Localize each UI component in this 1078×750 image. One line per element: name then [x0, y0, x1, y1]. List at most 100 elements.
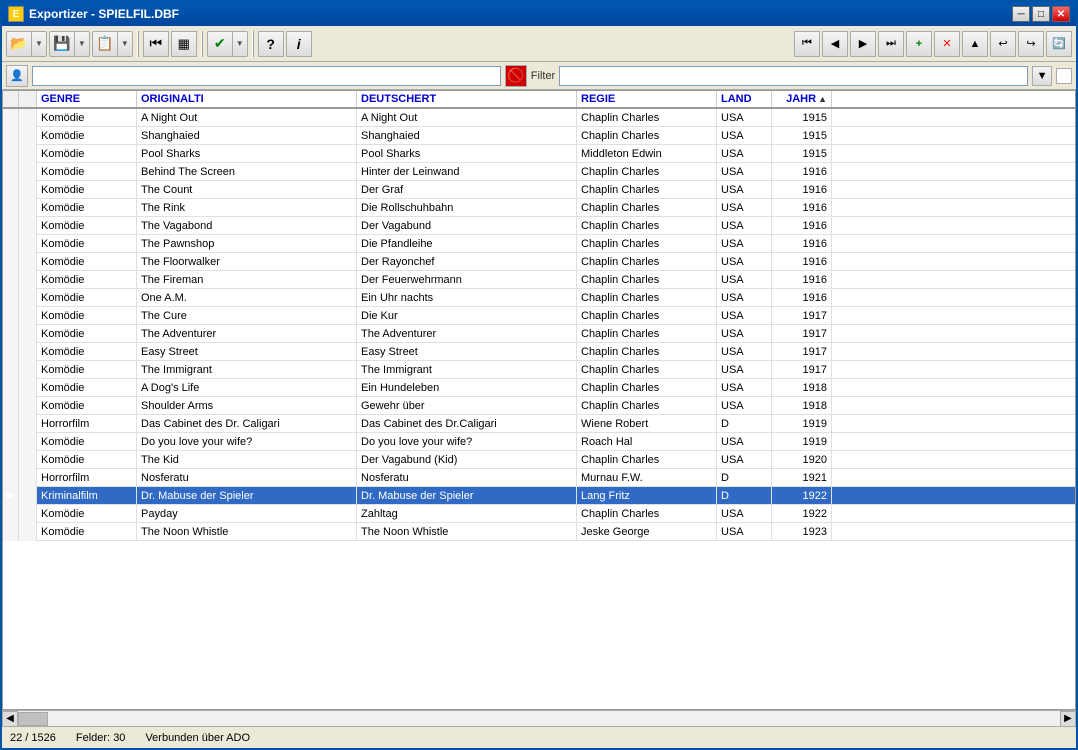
nav-redo-button[interactable]: ↪ — [1018, 31, 1044, 57]
table-row[interactable]: KomödieShanghaiedShanghaiedChaplin Charl… — [3, 127, 1075, 145]
help-button[interactable]: ? — [258, 31, 284, 57]
table-row[interactable]: KomödieEasy StreetEasy StreetChaplin Cha… — [3, 343, 1075, 361]
row-indicator — [3, 325, 19, 343]
table-row[interactable]: HorrorfilmNosferatuNosferatuMurnau F.W.D… — [3, 469, 1075, 487]
cell-genre: Horrorfilm — [37, 415, 137, 433]
table-row[interactable]: KomödieA Dog's LifeEin HundelebenChaplin… — [3, 379, 1075, 397]
th-originalti[interactable]: ORIGINALTI — [137, 91, 357, 107]
cell-deutschert: Der Rayonchef — [357, 253, 577, 271]
th-land[interactable]: LAND — [717, 91, 772, 107]
nav-last-button[interactable]: ⏭ — [878, 31, 904, 57]
filter-user-button[interactable]: 👤 — [6, 65, 28, 87]
minimize-button[interactable]: ─ — [1012, 6, 1030, 22]
cell-land: USA — [717, 217, 772, 235]
table-row[interactable]: KomödieThe CountDer GrafChaplin CharlesU… — [3, 181, 1075, 199]
hscroll-right-button[interactable]: ▶ — [1060, 711, 1076, 727]
connection-info: Verbunden über ADO — [145, 732, 250, 744]
open-dropdown-button[interactable]: ▼ — [32, 31, 47, 57]
filter-value-input[interactable] — [559, 66, 1028, 86]
table-row[interactable]: KomödieThe AdventurerThe AdventurerChapl… — [3, 325, 1075, 343]
table-row[interactable]: KomödieThe VagabondDer VagabundChaplin C… — [3, 217, 1075, 235]
cell-genre: Komödie — [37, 181, 137, 199]
cell-regie: Chaplin Charles — [577, 397, 717, 415]
row-checkbox — [19, 289, 37, 307]
nav-next-button[interactable]: ▶ — [850, 31, 876, 57]
table-row[interactable]: KomödieBehind The ScreenHinter der Leinw… — [3, 163, 1075, 181]
cell-originalti: Shoulder Arms — [137, 397, 357, 415]
nav-up-button[interactable]: ▲ — [962, 31, 988, 57]
filter-input[interactable] — [32, 66, 501, 86]
cell-originalti: Nosferatu — [137, 469, 357, 487]
cell-regie: Chaplin Charles — [577, 505, 717, 523]
cell-jahr: 1916 — [772, 163, 832, 181]
th-jahr[interactable]: JAHR ▲ — [772, 91, 832, 107]
cell-jahr: 1917 — [772, 361, 832, 379]
table-row[interactable]: KomödieThe ImmigrantThe ImmigrantChaplin… — [3, 361, 1075, 379]
table-body[interactable]: KomödieA Night OutA Night OutChaplin Cha… — [3, 109, 1075, 709]
th-deutschert[interactable]: DEUTSCHERT — [357, 91, 577, 107]
table-row[interactable]: KomödieThe KidDer Vagabund (Kid)Chaplin … — [3, 451, 1075, 469]
row-indicator: ▶ — [3, 487, 19, 505]
nav-first-right-button[interactable]: ⏮ — [794, 31, 820, 57]
cell-deutschert: Easy Street — [357, 343, 577, 361]
cell-originalti: Shanghaied — [137, 127, 357, 145]
cell-deutschert: Zahltag — [357, 505, 577, 523]
table-row[interactable]: KomödieThe RinkDie RollschuhbahnChaplin … — [3, 199, 1075, 217]
cell-genre: Komödie — [37, 433, 137, 451]
row-checkbox — [19, 325, 37, 343]
table-row[interactable]: KomödieOne A.M.Ein Uhr nachtsChaplin Cha… — [3, 289, 1075, 307]
nav-first-button[interactable]: ⏮ — [143, 31, 169, 57]
check-button[interactable]: ✔ — [207, 31, 233, 57]
cell-deutschert: Der Vagabund (Kid) — [357, 451, 577, 469]
table-view-button[interactable]: ▦ — [171, 31, 197, 57]
nav-prev-button[interactable]: ◀ — [822, 31, 848, 57]
cell-deutschert: Der Feuerwehrmann — [357, 271, 577, 289]
nav-undo-button[interactable]: ↩ — [990, 31, 1016, 57]
cell-jahr: 1915 — [772, 109, 832, 127]
table-row[interactable]: KomödieThe PawnshopDie PfandleiheChaplin… — [3, 235, 1075, 253]
hscroll-left-button[interactable]: ◀ — [2, 711, 18, 727]
cell-genre: Komödie — [37, 253, 137, 271]
table-row[interactable]: KomödieThe Noon WhistleThe Noon WhistleJ… — [3, 523, 1075, 541]
cell-deutschert: Die Kur — [357, 307, 577, 325]
nav-refresh-button[interactable]: 🔄 — [1046, 31, 1072, 57]
hscroll-thumb[interactable] — [18, 712, 48, 726]
table-row[interactable]: KomödiePaydayZahltagChaplin CharlesUSA19… — [3, 505, 1075, 523]
save-button[interactable]: 💾 — [49, 31, 75, 57]
table-row[interactable]: KomödiePool SharksPool SharksMiddleton E… — [3, 145, 1075, 163]
nav-add-button[interactable]: + — [906, 31, 932, 57]
table-row[interactable]: KomödieA Night OutA Night OutChaplin Cha… — [3, 109, 1075, 127]
cell-land: USA — [717, 271, 772, 289]
cell-land: USA — [717, 325, 772, 343]
filter-dropdown-button[interactable]: ▼ — [1032, 66, 1052, 86]
table-row[interactable]: HorrorfilmDas Cabinet des Dr. CaligariDa… — [3, 415, 1075, 433]
check-dropdown-button[interactable]: ▼ — [233, 31, 248, 57]
cell-land: USA — [717, 433, 772, 451]
cell-originalti: Dr. Mabuse der Spieler — [137, 487, 357, 505]
th-genre[interactable]: GENRE — [37, 91, 137, 107]
save-dropdown-button[interactable]: ▼ — [75, 31, 90, 57]
maximize-button[interactable]: □ — [1032, 6, 1050, 22]
open-button[interactable]: 📂 — [6, 31, 32, 57]
nav-first-icon: ⏮ — [149, 35, 162, 52]
cell-jahr: 1916 — [772, 271, 832, 289]
th-regie[interactable]: REGIE — [577, 91, 717, 107]
export-button-group: 📋 ▼ — [92, 31, 133, 57]
export-button[interactable]: 📋 — [92, 31, 118, 57]
cell-originalti: Das Cabinet des Dr. Caligari — [137, 415, 357, 433]
table-row[interactable]: ▶KriminalfilmDr. Mabuse der SpielerDr. M… — [3, 487, 1075, 505]
table-row[interactable]: KomödieThe FloorwalkerDer RayonchefChapl… — [3, 253, 1075, 271]
table-row[interactable]: KomödieShoulder ArmsGewehr überChaplin C… — [3, 397, 1075, 415]
table-row[interactable]: KomödieDo you love your wife?Do you love… — [3, 433, 1075, 451]
close-button[interactable]: ✕ — [1052, 6, 1070, 22]
table-row[interactable]: KomödieThe FiremanDer FeuerwehrmannChapl… — [3, 271, 1075, 289]
cell-deutschert: Do you love your wife? — [357, 433, 577, 451]
main-window: E Exportizer - SPIELFIL.DBF ─ □ ✕ 📂 ▼ 💾 … — [0, 0, 1078, 750]
table-row[interactable]: KomödieThe CureDie KurChaplin CharlesUSA… — [3, 307, 1075, 325]
row-indicator — [3, 127, 19, 145]
cell-jahr: 1922 — [772, 487, 832, 505]
filter-clear-button[interactable]: 🚫 — [505, 65, 527, 87]
nav-delete-button[interactable]: ✕ — [934, 31, 960, 57]
export-dropdown-button[interactable]: ▼ — [118, 31, 133, 57]
info-button[interactable]: i — [286, 31, 312, 57]
